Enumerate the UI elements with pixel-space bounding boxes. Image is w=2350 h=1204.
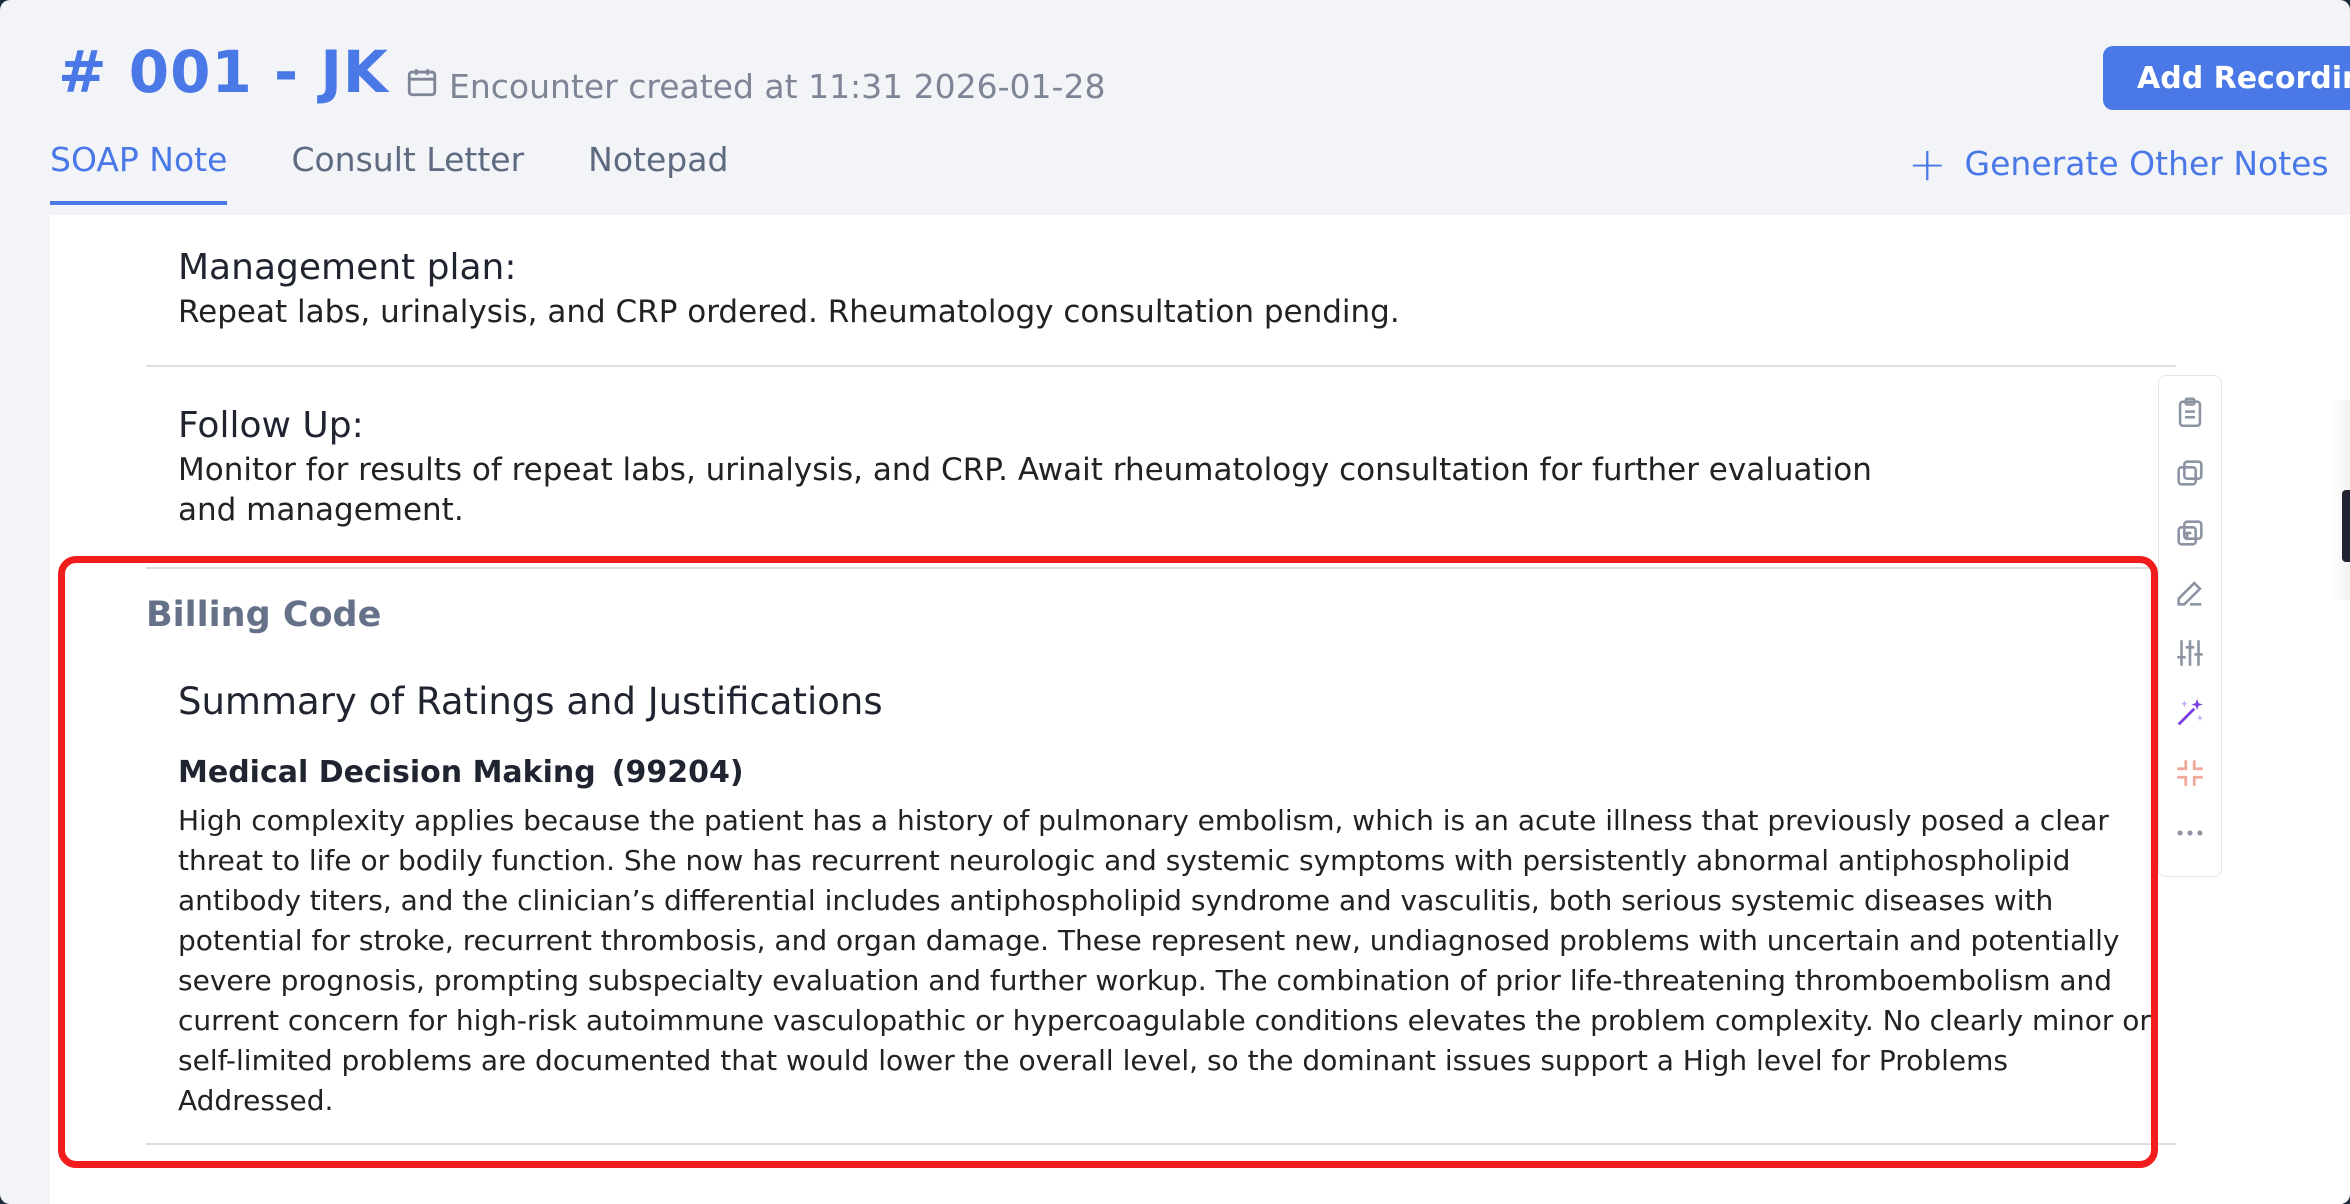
billing-code-heading: Billing Code [146,595,382,635]
generate-other-notes-button[interactable]: + Generate Other Notes [1908,136,2350,191]
copy-text-icon[interactable] [2173,516,2207,550]
side-panel-handle[interactable] [2342,490,2350,562]
magic-wand-icon[interactable] [2173,696,2207,730]
edit-icon[interactable] [2173,576,2207,610]
generate-other-notes-label: Generate Other Notes [1964,144,2329,183]
app-window: # 001 - JK Encounter created at 11:31 20… [0,0,2350,1204]
encounter-meta: Encounter created at 11:31 2026-01-28 [405,64,1105,108]
follow-up-section: Follow Up: Monitor for results of repeat… [178,405,1878,530]
section-divider [146,365,2176,367]
tab-notepad[interactable]: Notepad [588,140,728,205]
management-plan-section: Management plan: Repeat labs, urinalysis… [178,247,1400,332]
calendar-icon [405,64,439,108]
plus-icon: + [1908,136,1947,191]
more-icon[interactable] [2173,816,2207,850]
summary-title: Summary of Ratings and Justifications [178,680,883,723]
encounter-title: # 001 - JK [58,38,389,106]
tab-consult-letter[interactable]: Consult Letter [291,140,524,205]
mdm-title: Medical Decision Making (99204) [178,755,744,790]
add-recording-button[interactable]: Add Recording [2103,46,2350,110]
follow-up-text: Monitor for results of repeat labs, urin… [178,452,1872,528]
clipboard-icon[interactable] [2173,396,2207,430]
mdm-code: (99204) [611,755,744,790]
follow-up-title: Follow Up: [178,405,364,446]
encounter-created-text: Encounter created at 11:31 2026-01-28 [449,66,1106,106]
tab-soap-note[interactable]: SOAP Note [50,140,228,205]
section-divider [146,1143,2176,1145]
sliders-icon[interactable] [2173,636,2207,670]
note-content: Management plan: Repeat labs, urinalysis… [50,215,2350,1204]
collapse-icon[interactable] [2173,756,2207,790]
management-plan-title: Management plan: [178,247,517,288]
copy-icon[interactable] [2173,456,2207,490]
section-divider [146,567,2176,569]
mdm-label: Medical Decision Making [178,755,596,790]
mdm-justification: High complexity applies because the pati… [178,804,2151,1117]
note-tabs: SOAP Note Consult Letter Notepad [50,140,792,205]
management-plan-text: Repeat labs, urinalysis, and CRP ordered… [178,294,1400,330]
note-toolbar [2158,375,2222,877]
